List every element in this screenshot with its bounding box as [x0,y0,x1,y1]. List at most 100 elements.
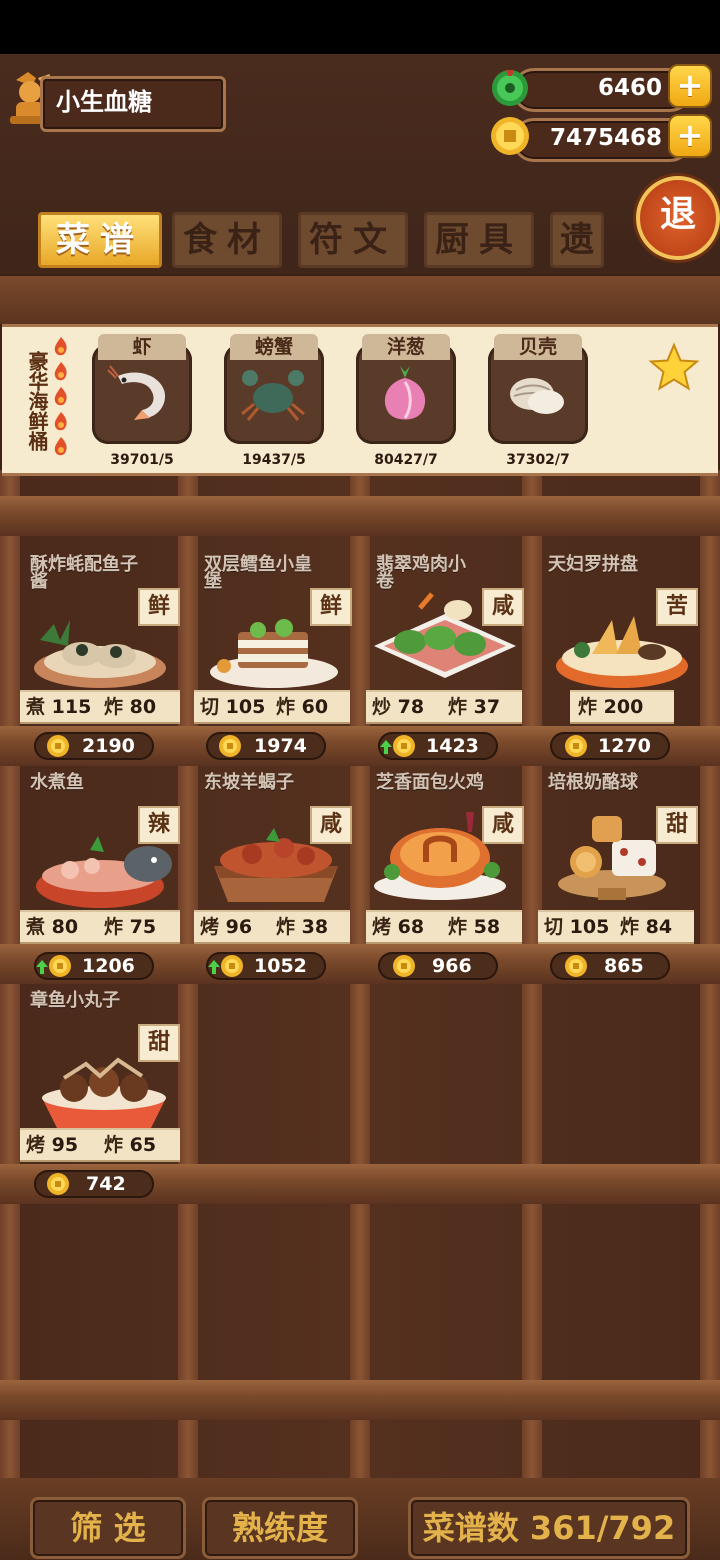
skill-2-name: 炸 [448,916,468,938]
add-coins-button[interactable]: + [668,114,712,158]
recipe-title: 翡翠鸡肉小卷 [376,554,466,592]
skill-1-name: 切 [544,916,564,938]
ingredient-count: 80427/7 [374,452,438,468]
recipe-price: 2190 [82,735,135,757]
skill-1-value: 95 [51,1134,79,1156]
coin-icon [219,735,241,757]
skill-2: 炸 84 [620,912,672,942]
coin-icon [221,955,243,977]
skill-1-value: 80 [51,916,79,938]
exit-button[interactable]: 退 [636,176,720,260]
tab-ingredients[interactable]: 食材 [172,212,282,268]
skill-2: 炸 80 [104,692,156,722]
skill-1-value: 78 [397,696,425,718]
ingredient-name: 虾 [98,334,186,360]
tab-runes[interactable]: 符文 [298,212,408,268]
skill-2-value: 75 [129,916,157,938]
jade-icon [492,70,528,106]
shelf-plank [0,1380,720,1420]
skill-1-value: 115 [51,696,92,718]
status-bar [0,0,720,54]
skill-2-value: 37 [473,696,501,718]
ingredient-name: 贝壳 [494,334,582,360]
recipe-price: 1974 [254,735,307,757]
skill-1: 炒 78 [372,692,424,722]
dish-image [34,620,166,688]
coin-icon [393,735,415,757]
player-name: 小生血糖 [56,88,152,116]
skill-2-name: 炸 [104,696,124,718]
skill-1-value: 96 [225,916,253,938]
dish-image [556,616,688,688]
skill-1-name: 烤 [200,916,220,938]
ingredient-count: 39701/5 [110,452,174,468]
dish-image [42,1057,166,1130]
coin-icon [393,955,415,977]
filter-button[interactable]: 筛 选 [30,1497,186,1559]
level-up-arrow-icon [36,960,48,974]
shell-icon [510,378,564,414]
skill-1: 烤 96 [200,912,252,942]
level-up-arrow-icon [208,960,220,974]
add-jade-button[interactable]: + [668,64,712,108]
dish-image [374,812,506,900]
flame-icon [54,387,67,406]
coin-icon [47,1173,69,1195]
coin-icon [565,735,587,757]
skill-2: 炸 60 [276,692,328,722]
skill-1: 烤 68 [372,912,424,942]
ingredient-count: 37302/7 [506,452,570,468]
crab-icon [241,370,305,421]
tab-recipes[interactable]: 菜谱 [38,212,162,268]
skill-2-value: 200 [603,696,644,718]
top-shelf-band [0,276,720,324]
flame-icon [54,412,67,431]
recipe-count: 菜谱数 361/792 [408,1497,690,1559]
skill-1: 烤 95 [26,1130,78,1160]
recipe-title: 章鱼小丸子 [30,990,120,1011]
shrimp-icon [107,365,166,420]
skill-2-name: 炸 [104,1134,124,1156]
coin-icon [565,955,587,977]
skill-1-name: 烤 [372,916,392,938]
proficiency-button[interactable]: 熟练度 [202,1497,358,1559]
skill-2: 炸 37 [448,692,500,722]
recipe-title: 双层鳕鱼小皇堡 [204,554,312,592]
skill-1: 煮 80 [26,912,78,942]
recipe-price: 1423 [426,735,479,757]
tab-cookware[interactable]: 厨具 [424,212,534,268]
skill-1-value: 105 [225,696,266,718]
skill-1-name: 切 [200,696,220,718]
skill-2-value: 60 [301,696,329,718]
skill-2-value: 38 [301,916,329,938]
dish-image [374,592,516,678]
skill-2-name: 炸 [276,916,296,938]
skill-2-name: 炸 [448,696,468,718]
coin-icon [491,117,529,155]
favorite-star-icon[interactable] [648,342,700,394]
recipe-title: 天妇罗拼盘 [548,554,638,575]
ingredient-count: 19437/5 [242,452,306,468]
onion-icon [384,366,426,420]
ingredient-name: 螃蟹 [230,334,318,360]
level-up-arrow-icon [380,740,392,754]
skill-1: 煮 115 [26,692,91,722]
recipe-title: 酥炸蚝配鱼子酱 [30,554,138,592]
skill-1-value: 105 [569,916,610,938]
skill-1: 切 105 [544,912,609,942]
ingredient-name: 洋葱 [362,334,450,360]
flame-icon [54,337,67,356]
recipe-price: 1052 [254,955,307,977]
skill-1-name: 煮 [26,696,46,718]
skill-2: 炸 65 [104,1130,156,1160]
recipe-title: 培根奶酪球 [548,772,638,793]
tab-relics[interactable]: 遗 [550,212,604,268]
skill-2-value: 84 [645,916,673,938]
jade-value: 6460 [597,75,662,101]
coin-value: 7475468 [549,125,662,151]
recipe-title: 水煮鱼 [30,772,84,793]
skill-2-name: 炸 [276,696,296,718]
coin-icon [47,735,69,757]
recipe-price: 1206 [82,955,135,977]
skill-2-name: 炸 [104,916,124,938]
